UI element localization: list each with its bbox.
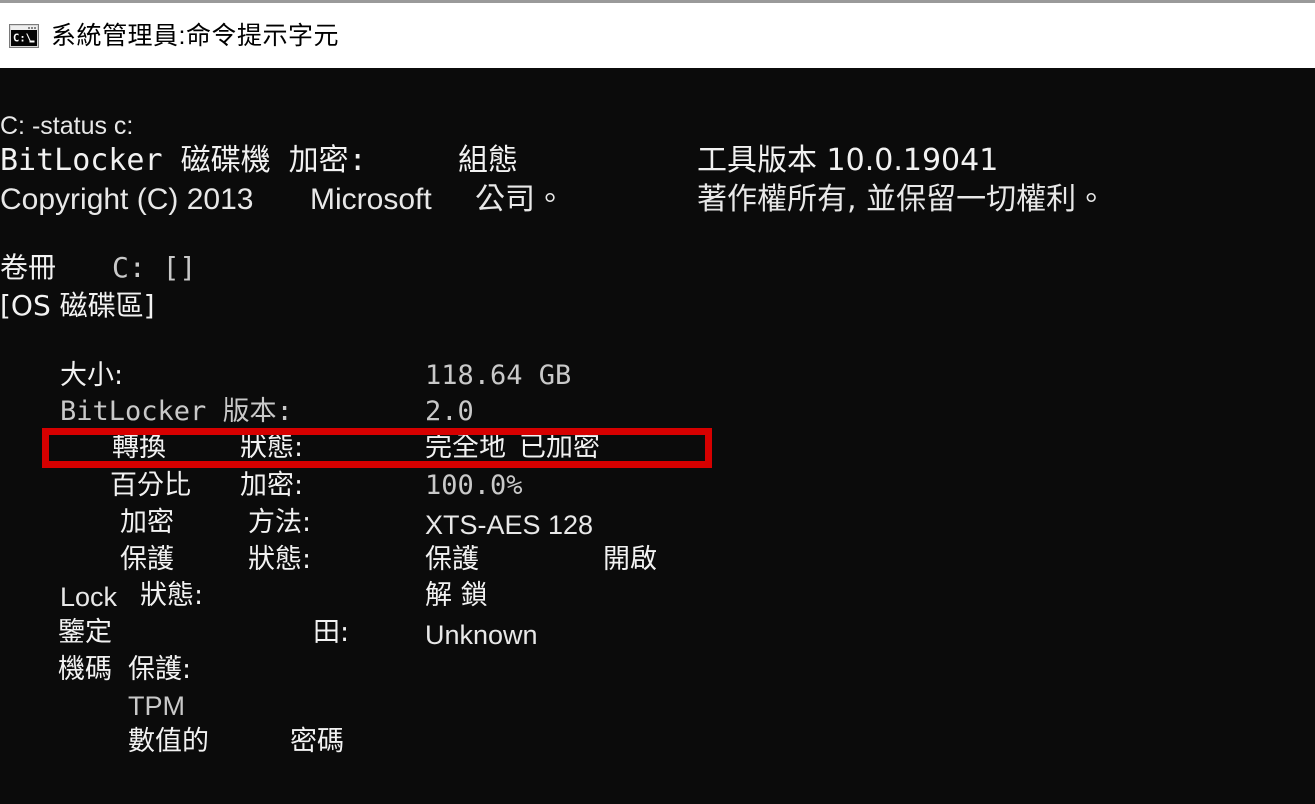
banner-copyright-right: 著作權所有, 並保留一切權利。 [697, 182, 1107, 217]
volume-drive: C: [] [112, 251, 197, 284]
volume-label: 卷冊 [0, 251, 57, 284]
row-key-protector-numerical-sublabel: 密碼 [290, 726, 344, 757]
row-conversion-value-b: 已加密 [519, 432, 600, 463]
row-protection-status-sublabel: 狀態: [248, 544, 312, 575]
row-protection-status-value-a: 保護 [425, 544, 479, 575]
row-identification-label: 鑒定 [58, 617, 112, 648]
terminal-prompt-line: C: -status c: [0, 112, 134, 140]
row-bitlocker-version-label: BitLocker 版本: [60, 396, 293, 427]
row-percentage-value: 100.0% [425, 470, 523, 501]
row-encryption-method-label: 加密 [120, 507, 174, 538]
banner-copyright-left: Copyright (C) 2013 [0, 183, 254, 216]
row-encryption-method-sublabel: 方法: [248, 507, 312, 538]
row-lock-status-value: 解 鎖 [425, 580, 488, 611]
row-conversion-label: 轉換 [112, 432, 166, 463]
banner-line1-right: 工具版本 10.0.19041 [697, 143, 999, 178]
svg-text:C:\: C:\ [13, 32, 32, 44]
row-key-protectors-sublabel: 保護: [128, 654, 192, 685]
row-identification-sublabel: 田: [313, 617, 350, 648]
row-key-protector-tpm: TPM [128, 691, 185, 721]
row-key-protector-numerical-label: 數值的 [128, 726, 209, 757]
row-percentage-label: 百分比 [110, 470, 191, 501]
banner-line1-mid: 組態 [458, 143, 518, 178]
row-size-label: 大小: [60, 360, 124, 391]
row-size-value: 118.64 GB [425, 360, 572, 391]
banner-line1-left: BitLocker 磁碟機 加密: [0, 143, 367, 178]
row-lock-status-label: Lock [60, 582, 118, 612]
row-conversion-sublabel: 狀態: [240, 432, 304, 463]
banner-copyright-company: 公司。 [475, 182, 565, 217]
row-lock-status-sublabel: 狀態: [140, 580, 204, 611]
row-protection-status-value-b: 開啟 [603, 544, 657, 575]
row-percentage-sublabel: 加密: [240, 470, 304, 501]
row-protection-status-label: 保護 [120, 544, 174, 575]
row-identification-value: Unknown [425, 620, 538, 650]
command-prompt-window: C:\ 系統管理員:命令提示字元 C: -status c: BitLocker… [0, 0, 1315, 804]
console-icon: C:\ [9, 23, 39, 48]
window-titlebar: C:\ 系統管理員:命令提示字元 [0, 0, 1315, 68]
banner-copyright-vendor: Microsoft [310, 183, 432, 216]
row-encryption-method-value: XTS-AES 128 [425, 510, 594, 540]
window-title-text: 系統管理員:命令提示字元 [51, 21, 339, 50]
volume-description: [OS 磁碟區] [0, 289, 155, 322]
terminal-output-area[interactable]: C: -status c: BitLocker 磁碟機 加密: 組態 工具版本 … [0, 68, 1315, 804]
row-conversion-value-a: 完全地 [425, 432, 506, 463]
row-bitlocker-version-value: 2.0 [425, 396, 474, 427]
row-key-protectors-label: 機碼 [58, 654, 112, 685]
